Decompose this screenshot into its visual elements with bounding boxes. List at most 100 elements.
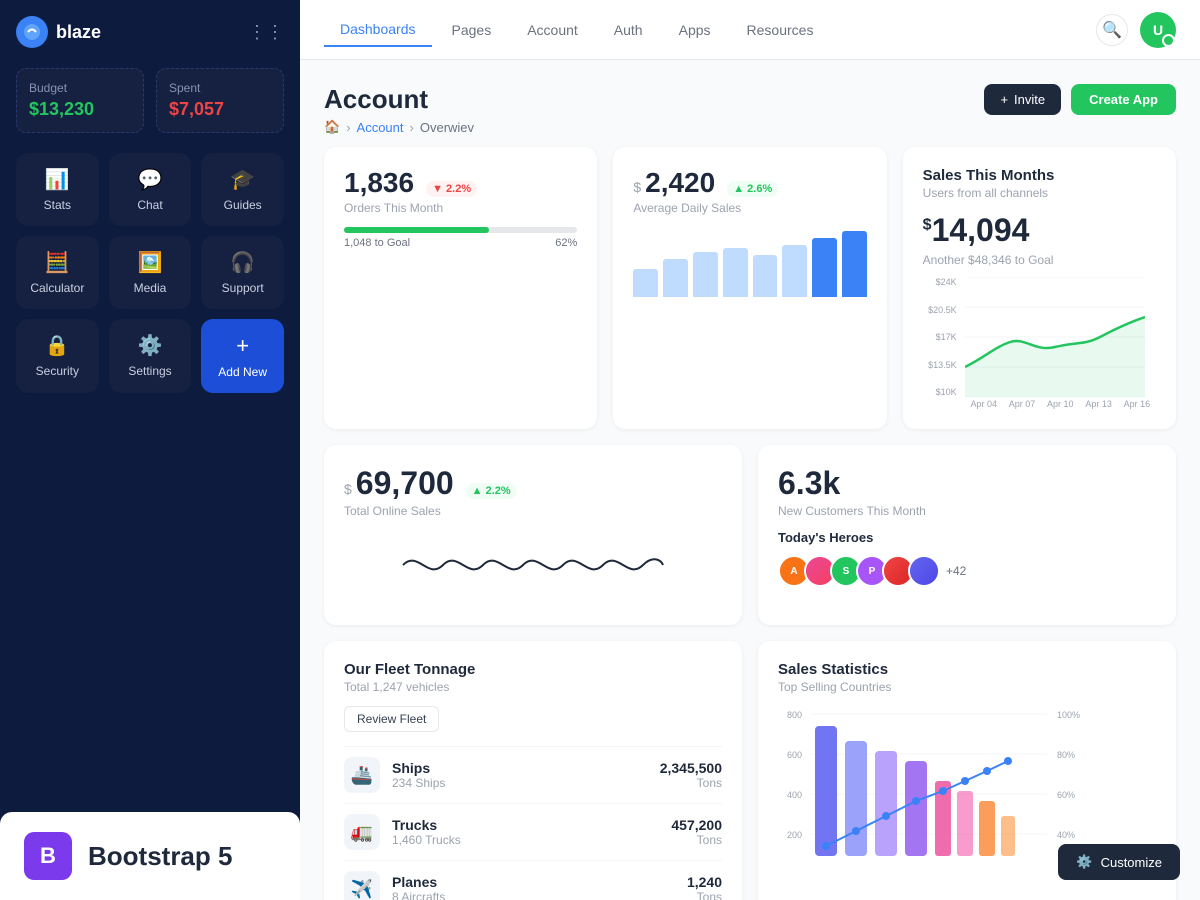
new-customers-card: 6.3k New Customers This Month Today's He… <box>758 445 1176 625</box>
sidebar: blaze ⋮⋮ Budget $13,230 Spent $7,057 📊 S… <box>0 0 300 900</box>
sidebar-header: blaze ⋮⋮ <box>16 16 284 48</box>
sidebar-item-security[interactable]: 🔒 Security <box>16 319 99 393</box>
bar-3 <box>693 252 718 298</box>
orders-badge: ▼ 2.2% <box>426 181 477 197</box>
sales-month-value: $14,094 <box>923 212 1156 249</box>
trucks-amount: 457,200 <box>671 817 722 833</box>
media-label: Media <box>134 281 167 295</box>
planes-unit: Tons <box>687 890 722 900</box>
settings-icon: ⚙️ <box>138 333 163 358</box>
fleet-card: Our Fleet Tonnage Total 1,247 vehicles R… <box>324 641 742 900</box>
stats-row-1: 1,836 ▼ 2.2% Orders This Month 1,048 to … <box>324 147 1176 429</box>
sidebar-item-calculator[interactable]: 🧮 Calculator <box>16 236 99 309</box>
budget-card: Budget $13,230 <box>16 68 144 133</box>
orders-progress-pct: 62% <box>555 237 577 249</box>
daily-sales-value: 2,420 <box>645 167 715 199</box>
trucks-name: Trucks <box>392 817 461 833</box>
search-button[interactable]: 🔍 <box>1096 14 1128 46</box>
sidebar-grid: 📊 Stats 💬 Chat 🎓 Guides 🧮 Calculator 🖼️ … <box>16 153 284 393</box>
spent-amount: $7,057 <box>169 99 271 120</box>
sidebar-item-settings[interactable]: ⚙️ Settings <box>109 319 192 393</box>
orders-progress-bar <box>344 227 577 233</box>
online-sales-card: $ 69,700 ▲ 2.2% Total Online Sales <box>324 445 742 625</box>
nav-account[interactable]: Account <box>511 14 594 46</box>
sidebar-item-add-new[interactable]: + Add New <box>201 319 284 393</box>
bar-5 <box>753 255 778 297</box>
svg-text:400: 400 <box>787 790 802 800</box>
customize-icon: ⚙️ <box>1076 854 1092 870</box>
settings-label: Settings <box>128 364 171 378</box>
sales-stats-svg: 800 600 400 200 <box>778 706 1156 866</box>
trucks-icon: 🚛 <box>344 814 380 850</box>
page-title: Account <box>324 84 474 115</box>
planes-amount: 1,240 <box>687 874 722 890</box>
bootstrap-badge: B Bootstrap 5 <box>0 812 300 900</box>
breadcrumb: 🏠 › Account › Overwiev <box>324 119 474 135</box>
fleet-trucks: 🚛 Trucks 1,460 Trucks 457,200 Tons <box>344 803 722 860</box>
ships-count: 234 Ships <box>392 776 445 790</box>
sales-month-card: Sales This Months Users from all channel… <box>903 147 1176 429</box>
breadcrumb-account[interactable]: Account <box>357 120 404 135</box>
sidebar-item-stats[interactable]: 📊 Stats <box>16 153 99 226</box>
daily-sales-chart <box>633 227 866 297</box>
orders-value: 1,836 <box>344 167 414 199</box>
svg-text:200: 200 <box>787 830 802 840</box>
nav-auth[interactable]: Auth <box>598 14 659 46</box>
heroes-count: +42 <box>946 564 966 578</box>
ships-unit: Tons <box>660 776 722 790</box>
daily-sales-badge: ▲ 2.6% <box>727 181 778 197</box>
sales-month-dollar: $ <box>923 216 932 233</box>
budget-amount: $13,230 <box>29 99 131 120</box>
fleet-planes: ✈️ Planes 8 Aircrafts 1,240 Tons <box>344 860 722 900</box>
media-icon: 🖼️ <box>138 250 163 275</box>
hero-6 <box>908 555 940 587</box>
sidebar-item-media[interactable]: 🖼️ Media <box>109 236 192 309</box>
menu-icon[interactable]: ⋮⋮ <box>248 22 284 43</box>
orders-progress-label: 1,048 to Goal <box>344 237 410 249</box>
chat-label: Chat <box>137 198 162 212</box>
planes-name: Planes <box>392 874 445 890</box>
trucks-unit: Tons <box>671 833 722 847</box>
fleet-ships: 🚢 Ships 234 Ships 2,345,500 Tons <box>344 746 722 803</box>
budget-label: Budget <box>29 81 131 95</box>
review-fleet-button[interactable]: Review Fleet <box>344 706 439 732</box>
svg-text:40%: 40% <box>1057 830 1075 840</box>
sidebar-item-support[interactable]: 🎧 Support <box>201 236 284 309</box>
guides-icon: 🎓 <box>230 167 255 192</box>
orders-label: Orders This Month <box>344 201 577 215</box>
add-new-icon: + <box>236 333 249 359</box>
nav-pages[interactable]: Pages <box>436 14 508 46</box>
invite-button[interactable]: + Invite <box>984 84 1061 115</box>
planes-count: 8 Aircrafts <box>392 890 445 900</box>
sidebar-item-guides[interactable]: 🎓 Guides <box>201 153 284 226</box>
sidebar-item-chat[interactable]: 💬 Chat <box>109 153 192 226</box>
customize-button[interactable]: ⚙️ Customize <box>1058 844 1180 880</box>
daily-sales-card: $ 2,420 ▲ 2.6% Average Daily Sales <box>613 147 886 429</box>
orders-card: 1,836 ▼ 2.2% Orders This Month 1,048 to … <box>324 147 597 429</box>
bar-6 <box>782 245 807 298</box>
create-app-button[interactable]: Create App <box>1071 84 1176 115</box>
sales-month-sub: Users from all channels <box>923 186 1156 200</box>
support-label: Support <box>222 281 264 295</box>
heroes-row: A S P +42 <box>778 555 1156 587</box>
nav-resources[interactable]: Resources <box>731 14 830 46</box>
sales-stats-title: Sales Statistics <box>778 661 1156 678</box>
bar-7 <box>812 238 837 298</box>
sales-month-title: Sales This Months <box>923 167 1156 184</box>
bootstrap-icon: B <box>24 832 72 880</box>
bootstrap-text: Bootstrap 5 <box>88 841 232 872</box>
stats-label: Stats <box>44 198 71 212</box>
bar-2 <box>663 259 688 298</box>
bar-4 <box>723 248 748 297</box>
nav-dashboards[interactable]: Dashboards <box>324 13 432 47</box>
online-sales-badge: ▲ 2.2% <box>466 483 517 499</box>
bottom-row: Our Fleet Tonnage Total 1,247 vehicles R… <box>324 641 1176 900</box>
breadcrumb-overview: Overwiev <box>420 120 474 135</box>
security-icon: 🔒 <box>45 333 70 358</box>
trucks-count: 1,460 Trucks <box>392 833 461 847</box>
breadcrumb-home-icon[interactable]: 🏠 <box>324 119 340 135</box>
user-avatar[interactable]: U <box>1140 12 1176 48</box>
ships-name: Ships <box>392 760 445 776</box>
stats-row-2: $ 69,700 ▲ 2.2% Total Online Sales 6.3k … <box>324 445 1176 625</box>
nav-apps[interactable]: Apps <box>663 14 727 46</box>
